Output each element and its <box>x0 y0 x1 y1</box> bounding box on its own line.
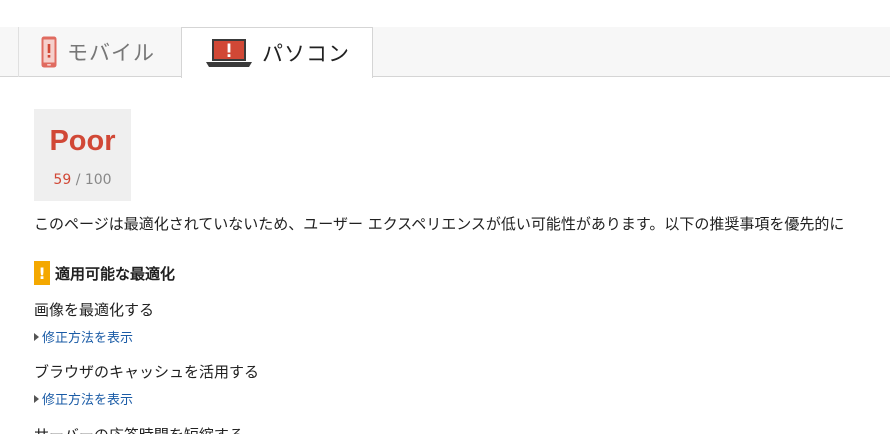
score-box: Poor 59 / 100 <box>34 109 131 201</box>
tab-desktop[interactable]: パソコン <box>181 27 373 78</box>
rule-title-optimize-images: 画像を最適化する <box>34 301 155 319</box>
device-tab-bar: モバイル パソコン <box>0 27 890 78</box>
rule-title-browser-caching: ブラウザのキャッシュを活用する <box>34 363 260 381</box>
score-max: / 100 <box>75 172 112 188</box>
score-rating: Poor <box>49 125 116 157</box>
mobile-phone-warning-icon <box>41 36 57 68</box>
triangle-right-icon <box>34 394 39 403</box>
pagespeed-page: モバイル パソコン Poor 59 / 100 このページは最適化されていないた… <box>0 0 890 434</box>
warning-icon: ! <box>34 261 50 285</box>
show-fix-link-browser-caching[interactable]: 修正方法を表示 <box>34 389 133 408</box>
summary-text: このページは最適化されていないため、ユーザー エクスペリエンスが低い可能性があり… <box>34 215 845 233</box>
section-title: 適用可能な最適化 <box>55 264 176 283</box>
rule-title-server-response: サーバーの応答時間を短縮する <box>34 424 244 434</box>
tab-desktop-label: パソコン <box>262 42 350 66</box>
score-numbers: 59 / 100 <box>34 172 131 188</box>
laptop-warning-icon <box>206 39 252 67</box>
show-fix-link-optimize-images[interactable]: 修正方法を表示 <box>34 327 133 346</box>
show-fix-link-label: 修正方法を表示 <box>42 393 134 408</box>
tab-mobile-label: モバイル <box>67 41 155 65</box>
score-value: 59 <box>53 172 72 188</box>
triangle-right-icon <box>34 332 39 341</box>
show-fix-link-label: 修正方法を表示 <box>42 331 134 346</box>
tab-mobile[interactable]: モバイル <box>18 27 181 77</box>
section-header: ! 適用可能な最適化 <box>34 261 175 285</box>
